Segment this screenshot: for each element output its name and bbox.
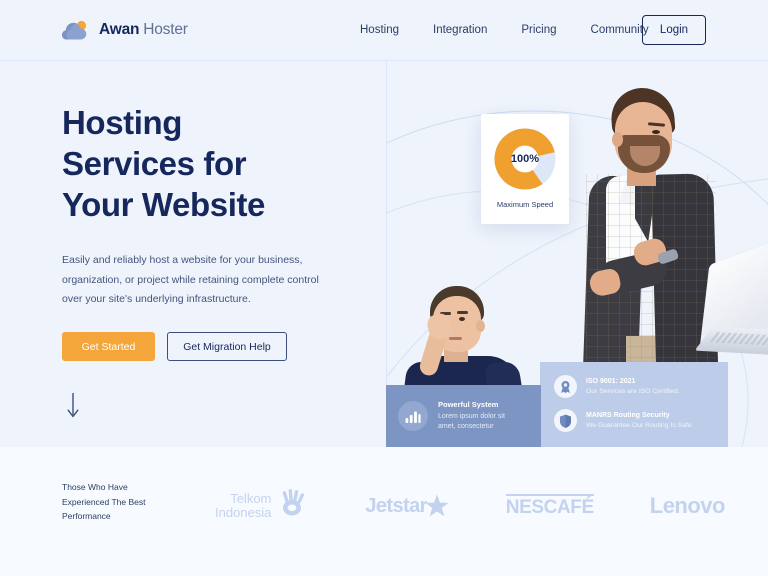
- arrow-down-icon[interactable]: [64, 392, 82, 420]
- brand-name: Awan Hoster: [99, 21, 188, 39]
- hero-cta-group: Get Started Get Migration Help: [62, 332, 287, 361]
- telkom-line-2: Indonesia: [215, 505, 272, 520]
- band-caption-line-2: Experienced The Best: [62, 496, 146, 507]
- get-migration-help-button[interactable]: Get Migration Help: [167, 332, 287, 361]
- telkom-line-1: Telkom: [230, 491, 272, 506]
- cert-item-manrs: MANRS Routing Security We Guarantee Our …: [554, 409, 728, 432]
- hero-subtext: Easily and reliably host a website for y…: [62, 254, 319, 305]
- speed-value: 100%: [510, 153, 540, 165]
- brand-name-bold: Awan: [99, 21, 140, 38]
- jetstar-wordmark: Jetstar: [365, 494, 427, 517]
- boy-eye-right: [459, 317, 465, 321]
- speed-caption: Maximum Speed: [496, 200, 554, 209]
- telkom-wordmark: Telkom Indonesia: [215, 492, 271, 520]
- nav-item-community[interactable]: Community: [591, 24, 649, 36]
- man-ear: [612, 132, 623, 147]
- login-button[interactable]: Login: [642, 15, 706, 45]
- boy-ear: [476, 320, 485, 332]
- main-navigation: Hosting Integration Pricing Community: [360, 24, 649, 36]
- nav-item-integration[interactable]: Integration: [433, 24, 487, 36]
- powerful-system-title: Powerful System: [438, 400, 499, 409]
- cert-iso-title: ISO 9001: 2021: [586, 378, 636, 386]
- cert-iso-text: ISO 9001: 2021 Our Services are ISO Cert…: [586, 378, 680, 395]
- page-title: Hosting Services for Your Website: [62, 102, 412, 225]
- nav-item-pricing[interactable]: Pricing: [521, 24, 556, 36]
- cert-item-iso: ISO 9001: 2021 Our Services are ISO Cert…: [554, 375, 728, 398]
- nescafe-overline: [505, 493, 594, 496]
- band-caption-line-3: Performance: [62, 511, 111, 521]
- client-logo-band: Those Who Have Experienced The Best Perf…: [0, 447, 768, 576]
- client-logo-telkom: Telkom Indonesia: [215, 489, 309, 523]
- client-logo-lenovo: Lenovo: [649, 493, 726, 519]
- client-logo-nescafe: NESCAFÉ: [505, 493, 594, 519]
- star-icon: [425, 494, 449, 517]
- brand-name-light: Hoster: [143, 21, 188, 38]
- cert-manrs-title: MANRS Routing Security: [586, 412, 670, 420]
- speed-stat-card: 100% Maximum Speed: [481, 114, 569, 224]
- telkom-hand-icon: [283, 489, 305, 516]
- cert-iso-description: Our Services are ISO Certified.: [586, 387, 680, 395]
- powerful-system-description: Lorem ipsum dolor sit amet, consectetur: [438, 413, 505, 430]
- man-eye: [652, 130, 660, 134]
- headline-line-3: Your Website: [62, 186, 266, 223]
- powerful-system-text: Powerful System Lorem ipsum dolor sit am…: [438, 400, 524, 432]
- powerful-system-card: Powerful System Lorem ipsum dolor sit am…: [386, 385, 541, 447]
- headline-line-1: Hosting: [62, 104, 183, 141]
- client-logo-jetstar: Jetstar: [365, 493, 449, 519]
- band-caption: Those Who Have Experienced The Best Perf…: [62, 480, 182, 524]
- lenovo-wordmark: Lenovo: [649, 493, 726, 518]
- speed-gauge: 100%: [494, 128, 556, 190]
- hero-left-column: Hosting Services for Your Website Easily…: [0, 61, 386, 447]
- cloud-icon: [62, 19, 90, 41]
- certifications-card: ISO 9001: 2021 Our Services are ISO Cert…: [540, 362, 728, 447]
- cert-manrs-description: We Guarantee Our Routing Is Safe: [586, 421, 692, 429]
- nescafe-wordmark: NESCAFÉ: [505, 496, 594, 518]
- bar-chart-icon: [398, 401, 428, 431]
- band-caption-line-1: Those Who Have: [62, 482, 128, 492]
- boy-brow-right: [457, 311, 468, 314]
- cert-manrs-text: MANRS Routing Security We Guarantee Our …: [586, 412, 692, 429]
- site-header: Awan Hoster Hosting Integration Pricing C…: [0, 0, 768, 61]
- badge-award-icon: [554, 375, 577, 398]
- brand-logo[interactable]: Awan Hoster: [62, 19, 188, 41]
- landing-page: Awan Hoster Hosting Integration Pricing C…: [0, 0, 768, 576]
- get-started-button[interactable]: Get Started: [62, 332, 155, 361]
- nav-item-hosting[interactable]: Hosting: [360, 24, 399, 36]
- client-logos: Telkom Indonesia Jetstar NESCAFÉ Lenovo: [215, 474, 725, 538]
- boy-mouth: [449, 337, 462, 340]
- shield-icon: [554, 409, 577, 432]
- headline-line-2: Services for: [62, 145, 247, 182]
